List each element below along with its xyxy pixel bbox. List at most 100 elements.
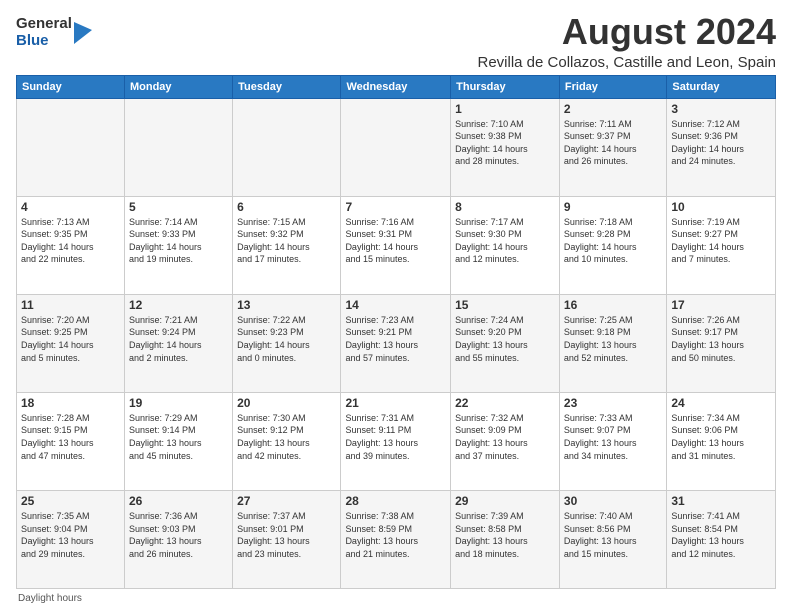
logo-blue: Blue bbox=[16, 33, 72, 50]
day-number: 15 bbox=[455, 298, 555, 312]
calendar-cell: 24 Sunrise: 7:34 AM Sunset: 9:06 PM Dayli… bbox=[667, 392, 776, 490]
title-block: August 2024 Revilla de Collazos, Castill… bbox=[477, 12, 776, 71]
col-tuesday: Tuesday bbox=[233, 75, 341, 98]
day-info: Sunrise: 7:17 AM Sunset: 9:30 PM Dayligh… bbox=[455, 216, 555, 266]
calendar-cell: 13Sunrise: 7:22 AM Sunset: 9:23 PM Dayli… bbox=[233, 294, 341, 392]
header-row: Sunday Monday Tuesday Wednesday Thursday… bbox=[17, 75, 776, 98]
day-number: 11 bbox=[21, 298, 120, 312]
logo: General Blue bbox=[16, 16, 92, 49]
calendar-cell: 11 Sunrise: 7:20 AM Sunset: 9:25 PM Dayli… bbox=[17, 294, 125, 392]
calendar-cell bbox=[233, 98, 341, 196]
day-number: 24 bbox=[671, 396, 771, 410]
calendar-cell: 4Sunrise: 7:13 AM Sunset: 9:35 PM Daylig… bbox=[17, 196, 125, 294]
day-number: 20 bbox=[237, 396, 336, 410]
day-info: Sunrise: 7:39 AM Sunset: 8:58 PM Dayligh… bbox=[455, 510, 555, 560]
calendar-cell: 8 Sunrise: 7:17 AM Sunset: 9:30 PM Daylig… bbox=[451, 196, 560, 294]
col-thursday: Thursday bbox=[451, 75, 560, 98]
day-info: Sunrise: 7:25 AM Sunset: 9:18 PM Dayligh… bbox=[564, 314, 662, 364]
calendar-cell: 6Sunrise: 7:15 AM Sunset: 9:32 PM Daylig… bbox=[233, 196, 341, 294]
calendar-cell: 23Sunrise: 7:33 AM Sunset: 9:07 PM Dayli… bbox=[559, 392, 666, 490]
day-info: Sunrise: 7:10 AM Sunset: 9:38 PM Dayligh… bbox=[455, 118, 555, 168]
day-info: Sunrise: 7:23 AM Sunset: 9:21 PM Dayligh… bbox=[345, 314, 446, 364]
logo-text: General Blue bbox=[16, 16, 72, 49]
calendar-body: 1Sunrise: 7:10 AM Sunset: 9:38 PM Daylig… bbox=[17, 98, 776, 588]
calendar-week-2: 4Sunrise: 7:13 AM Sunset: 9:35 PM Daylig… bbox=[17, 196, 776, 294]
day-number: 30 bbox=[564, 494, 662, 508]
calendar-cell: 14 Sunrise: 7:23 AM Sunset: 9:21 PM Dayli… bbox=[341, 294, 451, 392]
day-info: Sunrise: 7:13 AM Sunset: 9:35 PM Dayligh… bbox=[21, 216, 120, 266]
day-number: 25 bbox=[21, 494, 120, 508]
day-info: Sunrise: 7:24 AM Sunset: 9:20 PM Dayligh… bbox=[455, 314, 555, 364]
day-number: 7 bbox=[345, 200, 446, 214]
calendar-cell: 27 Sunrise: 7:37 AM Sunset: 9:01 PM Dayli… bbox=[233, 490, 341, 588]
day-info: Sunrise: 7:15 AM Sunset: 9:32 PM Dayligh… bbox=[237, 216, 336, 266]
day-number: 19 bbox=[129, 396, 228, 410]
day-number: 17 bbox=[671, 298, 771, 312]
day-number: 12 bbox=[129, 298, 228, 312]
day-number: 29 bbox=[455, 494, 555, 508]
calendar-table: Sunday Monday Tuesday Wednesday Thursday… bbox=[16, 75, 776, 589]
day-number: 10 bbox=[671, 200, 771, 214]
day-number: 8 bbox=[455, 200, 555, 214]
day-info: Sunrise: 7:20 AM Sunset: 9:25 PM Dayligh… bbox=[21, 314, 120, 364]
day-number: 22 bbox=[455, 396, 555, 410]
logo-icon bbox=[74, 22, 92, 44]
header: General Blue August 2024 Revilla de Coll… bbox=[16, 12, 776, 71]
day-info: Sunrise: 7:33 AM Sunset: 9:07 PM Dayligh… bbox=[564, 412, 662, 462]
calendar-week-3: 11 Sunrise: 7:20 AM Sunset: 9:25 PM Dayli… bbox=[17, 294, 776, 392]
calendar-cell: 19 Sunrise: 7:29 AM Sunset: 9:14 PM Dayli… bbox=[124, 392, 232, 490]
col-wednesday: Wednesday bbox=[341, 75, 451, 98]
day-number: 9 bbox=[564, 200, 662, 214]
col-monday: Monday bbox=[124, 75, 232, 98]
day-info: Sunrise: 7:38 AM Sunset: 8:59 PM Dayligh… bbox=[345, 510, 446, 560]
day-number: 14 bbox=[345, 298, 446, 312]
calendar-cell: 1Sunrise: 7:10 AM Sunset: 9:38 PM Daylig… bbox=[451, 98, 560, 196]
day-info: Sunrise: 7:16 AM Sunset: 9:31 PM Dayligh… bbox=[345, 216, 446, 266]
day-number: 27 bbox=[237, 494, 336, 508]
main-title: August 2024 bbox=[477, 12, 776, 52]
calendar-cell: 16 Sunrise: 7:25 AM Sunset: 9:18 PM Dayli… bbox=[559, 294, 666, 392]
calendar-cell: 25 Sunrise: 7:35 AM Sunset: 9:04 PM Dayli… bbox=[17, 490, 125, 588]
calendar-cell: 17Sunrise: 7:26 AM Sunset: 9:17 PM Dayli… bbox=[667, 294, 776, 392]
page: General Blue August 2024 Revilla de Coll… bbox=[0, 0, 792, 612]
calendar-cell: 12 Sunrise: 7:21 AM Sunset: 9:24 PM Dayli… bbox=[124, 294, 232, 392]
col-friday: Friday bbox=[559, 75, 666, 98]
day-info: Sunrise: 7:34 AM Sunset: 9:06 PM Dayligh… bbox=[671, 412, 771, 462]
calendar-cell: 15 Sunrise: 7:24 AM Sunset: 9:20 PM Dayli… bbox=[451, 294, 560, 392]
day-info: Sunrise: 7:32 AM Sunset: 9:09 PM Dayligh… bbox=[455, 412, 555, 462]
footer-note: Daylight hours bbox=[16, 593, 776, 604]
calendar-cell: 10Sunrise: 7:19 AM Sunset: 9:27 PM Dayli… bbox=[667, 196, 776, 294]
day-info: Sunrise: 7:35 AM Sunset: 9:04 PM Dayligh… bbox=[21, 510, 120, 560]
day-info: Sunrise: 7:28 AM Sunset: 9:15 PM Dayligh… bbox=[21, 412, 120, 462]
calendar-cell bbox=[124, 98, 232, 196]
day-info: Sunrise: 7:41 AM Sunset: 8:54 PM Dayligh… bbox=[671, 510, 771, 560]
calendar-cell: 31 Sunrise: 7:41 AM Sunset: 8:54 PM Dayli… bbox=[667, 490, 776, 588]
calendar-cell: 28 Sunrise: 7:38 AM Sunset: 8:59 PM Dayli… bbox=[341, 490, 451, 588]
day-info: Sunrise: 7:37 AM Sunset: 9:01 PM Dayligh… bbox=[237, 510, 336, 560]
day-number: 2 bbox=[564, 102, 662, 116]
logo-general: General bbox=[16, 16, 72, 33]
day-info: Sunrise: 7:30 AM Sunset: 9:12 PM Dayligh… bbox=[237, 412, 336, 462]
calendar-cell: 18 Sunrise: 7:28 AM Sunset: 9:15 PM Dayli… bbox=[17, 392, 125, 490]
calendar-week-5: 25 Sunrise: 7:35 AM Sunset: 9:04 PM Dayli… bbox=[17, 490, 776, 588]
day-number: 3 bbox=[671, 102, 771, 116]
calendar-week-4: 18 Sunrise: 7:28 AM Sunset: 9:15 PM Dayli… bbox=[17, 392, 776, 490]
day-info: Sunrise: 7:29 AM Sunset: 9:14 PM Dayligh… bbox=[129, 412, 228, 462]
calendar-cell: 30Sunrise: 7:40 AM Sunset: 8:56 PM Dayli… bbox=[559, 490, 666, 588]
day-number: 28 bbox=[345, 494, 446, 508]
day-number: 16 bbox=[564, 298, 662, 312]
calendar-cell: 29 Sunrise: 7:39 AM Sunset: 8:58 PM Dayli… bbox=[451, 490, 560, 588]
calendar-week-1: 1Sunrise: 7:10 AM Sunset: 9:38 PM Daylig… bbox=[17, 98, 776, 196]
calendar-header: Sunday Monday Tuesday Wednesday Thursday… bbox=[17, 75, 776, 98]
calendar-cell: 5Sunrise: 7:14 AM Sunset: 9:33 PM Daylig… bbox=[124, 196, 232, 294]
day-number: 31 bbox=[671, 494, 771, 508]
day-number: 18 bbox=[21, 396, 120, 410]
day-info: Sunrise: 7:21 AM Sunset: 9:24 PM Dayligh… bbox=[129, 314, 228, 364]
calendar-cell: 2Sunrise: 7:11 AM Sunset: 9:37 PM Daylig… bbox=[559, 98, 666, 196]
day-info: Sunrise: 7:18 AM Sunset: 9:28 PM Dayligh… bbox=[564, 216, 662, 266]
calendar-cell: 9 Sunrise: 7:18 AM Sunset: 9:28 PM Daylig… bbox=[559, 196, 666, 294]
day-number: 26 bbox=[129, 494, 228, 508]
calendar-cell bbox=[17, 98, 125, 196]
day-number: 5 bbox=[129, 200, 228, 214]
subtitle: Revilla de Collazos, Castille and Leon, … bbox=[477, 54, 776, 71]
